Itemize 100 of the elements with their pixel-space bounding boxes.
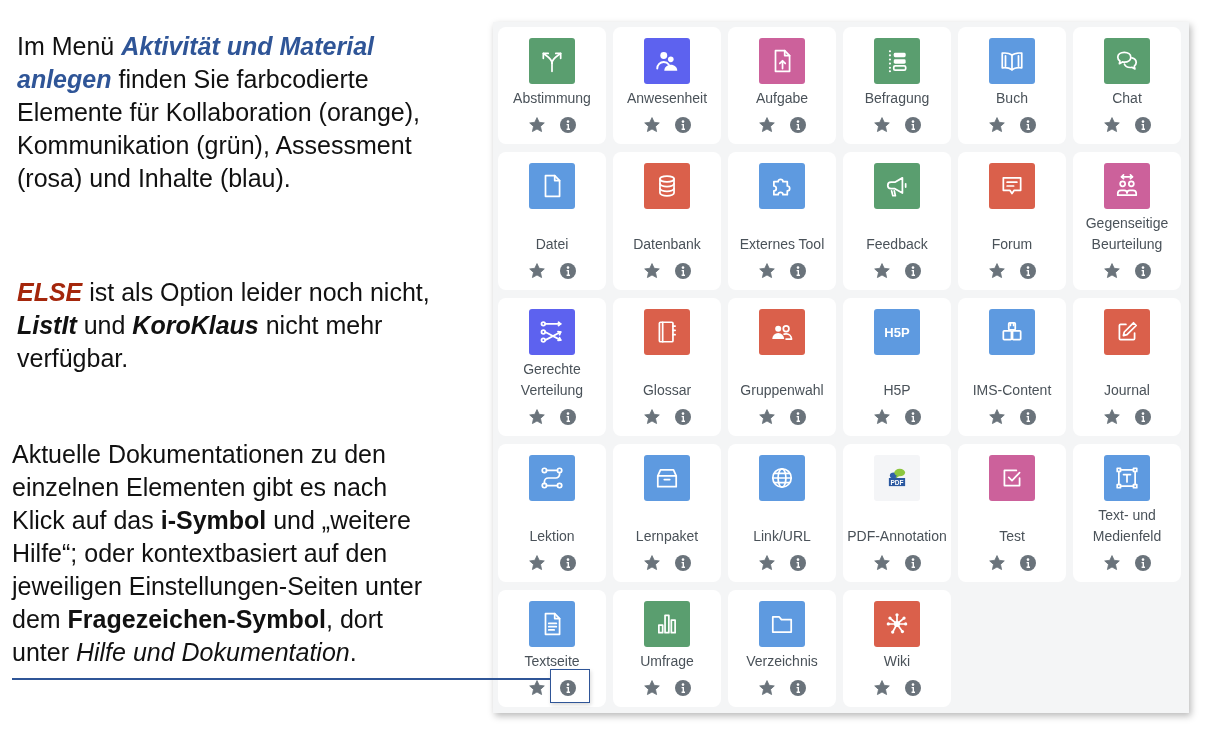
info-icon[interactable]: [559, 263, 576, 279]
star-icon[interactable]: [988, 117, 1005, 133]
activity-card[interactable]: Datenbank: [613, 152, 721, 290]
activity-card[interactable]: Datei: [498, 152, 606, 290]
star-icon[interactable]: [643, 263, 660, 279]
activity-card[interactable]: Lernpaket: [613, 444, 721, 582]
star-icon[interactable]: [758, 117, 775, 133]
info-icon[interactable]: [1019, 409, 1036, 425]
info-icon[interactable]: [904, 555, 921, 571]
star-icon[interactable]: [643, 680, 660, 696]
activity-card[interactable]: H5P H5P: [843, 298, 951, 436]
info-icon[interactable]: [1019, 117, 1036, 133]
star-icon[interactable]: [988, 555, 1005, 571]
activity-label: Datenbank: [633, 234, 701, 254]
star-icon[interactable]: [643, 409, 660, 425]
activity-card[interactable]: IMS-Content: [958, 298, 1066, 436]
info-icon[interactable]: [1134, 409, 1151, 425]
info-icon[interactable]: [1134, 263, 1151, 279]
activity-card[interactable]: Forum: [958, 152, 1066, 290]
star-icon[interactable]: [758, 409, 775, 425]
star-icon[interactable]: [988, 409, 1005, 425]
info-icon[interactable]: [674, 555, 691, 571]
activity-card[interactable]: Anwesenheit: [613, 27, 721, 144]
activity-label: Aufgabe: [755, 88, 809, 108]
info-icon[interactable]: [789, 263, 806, 279]
activity-card[interactable]: Verzeichnis: [728, 590, 836, 707]
activity-label: Chat: [1112, 88, 1142, 108]
star-icon[interactable]: [528, 263, 545, 279]
star-icon[interactable]: [1103, 263, 1120, 279]
star-icon[interactable]: [758, 555, 775, 571]
star-icon[interactable]: [988, 263, 1005, 279]
star-icon[interactable]: [1103, 555, 1120, 571]
activity-label: Lektion: [529, 526, 575, 546]
activity-label: Glossar: [642, 380, 692, 400]
info-icon[interactable]: [1019, 555, 1036, 571]
info-icon[interactable]: [789, 117, 806, 133]
star-icon[interactable]: [873, 680, 890, 696]
activity-label: IMS-Content: [972, 380, 1052, 400]
info-icon[interactable]: [674, 680, 691, 696]
info-icon[interactable]: [559, 117, 576, 133]
info-icon[interactable]: [789, 409, 806, 425]
activity-card[interactable]: Befragung: [843, 27, 951, 144]
star-icon[interactable]: [1103, 117, 1120, 133]
star-icon[interactable]: [873, 117, 890, 133]
info-icon[interactable]: [1019, 263, 1036, 279]
info-icon[interactable]: [674, 263, 691, 279]
star-icon[interactable]: [758, 263, 775, 279]
info-icon[interactable]: [559, 680, 576, 696]
info-icon[interactable]: [1134, 555, 1151, 571]
star-icon[interactable]: [528, 680, 545, 696]
info-icon[interactable]: [904, 680, 921, 696]
activity-card[interactable]: Gruppenwahl: [728, 298, 836, 436]
info-icon[interactable]: [1134, 117, 1151, 133]
info-icon[interactable]: [674, 117, 691, 133]
info-icon[interactable]: [904, 409, 921, 425]
star-icon[interactable]: [643, 117, 660, 133]
activity-card[interactable]: Abstimmung: [498, 27, 606, 144]
activity-card[interactable]: Feedback: [843, 152, 951, 290]
star-icon[interactable]: [873, 555, 890, 571]
activity-card[interactable]: Chat: [1073, 27, 1181, 144]
activity-card[interactable]: Aufgabe: [728, 27, 836, 144]
star-icon[interactable]: [873, 409, 890, 425]
info-icon[interactable]: [904, 117, 921, 133]
activity-label: Umfrage: [640, 651, 694, 671]
star-icon[interactable]: [528, 117, 545, 133]
activity-card[interactable]: Externes Tool: [728, 152, 836, 290]
activity-label: Forum: [991, 234, 1033, 254]
star-icon[interactable]: [528, 409, 545, 425]
activity-card[interactable]: Text- und Medienfeld: [1073, 444, 1181, 582]
activity-label: Gegenseitige Beurteilung: [1084, 213, 1170, 254]
info-icon[interactable]: [674, 409, 691, 425]
activity-label: H5P: [883, 380, 911, 400]
activity-card[interactable]: Buch: [958, 27, 1066, 144]
activity-label: Journal: [1104, 380, 1150, 400]
star-icon[interactable]: [1103, 409, 1120, 425]
activity-card[interactable]: Lektion: [498, 444, 606, 582]
star-icon[interactable]: [758, 680, 775, 696]
h5p-logo-icon: H5P: [874, 309, 920, 355]
info-icon[interactable]: [904, 263, 921, 279]
activity-label: Feedback: [866, 234, 928, 254]
activity-card[interactable]: Link/URL: [728, 444, 836, 582]
info-icon[interactable]: [789, 555, 806, 571]
activity-card[interactable]: Glossar: [613, 298, 721, 436]
paragraph: Im Menü Aktivität und Material anlegen finden Sie farbcodierte Elemente für Kollaboration (orange), Kommunikation (grün), Assessment (rosa) und Inhalte (blau).: [17, 30, 421, 194]
info-icon[interactable]: [559, 555, 576, 571]
activity-label: Gerechte Verteilung: [519, 359, 585, 400]
star-icon[interactable]: [643, 555, 660, 571]
info-icon[interactable]: [559, 409, 576, 425]
star-icon[interactable]: [528, 555, 545, 571]
activity-label: Befragung: [864, 88, 930, 108]
activity-label: Wiki: [883, 651, 911, 671]
info-icon[interactable]: [789, 680, 806, 696]
activity-card[interactable]: Journal: [1073, 298, 1181, 436]
activity-label: Link/URL: [753, 526, 811, 546]
star-icon[interactable]: [873, 263, 890, 279]
activity-card[interactable]: Gerechte Verteilung: [498, 298, 606, 436]
activity-card[interactable]: Gegenseitige Beurteilung: [1073, 152, 1181, 290]
activity-card[interactable]: Umfrage: [613, 590, 721, 707]
activity-card[interactable]: Test: [958, 444, 1066, 582]
activity-card[interactable]: Wiki: [843, 590, 951, 707]
